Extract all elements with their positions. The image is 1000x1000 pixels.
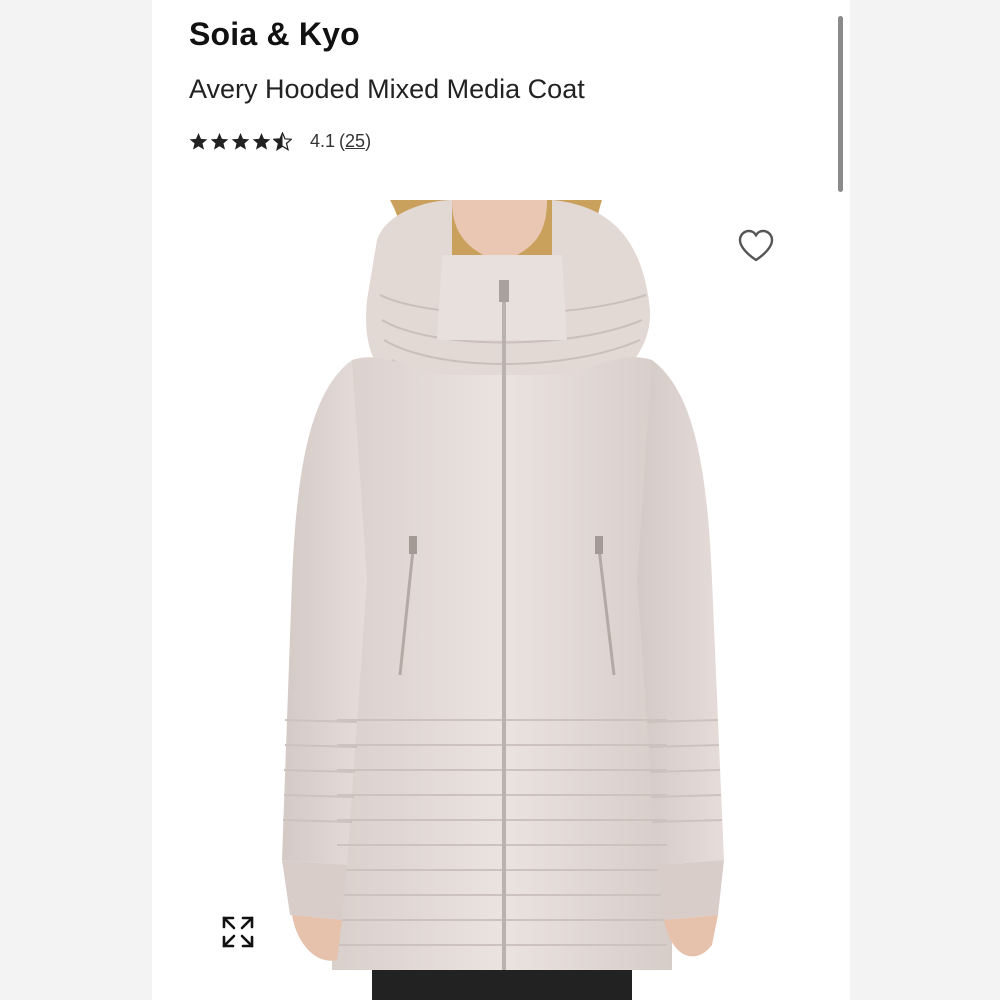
rating-summary[interactable]: 4.1 ( 25 ) [189,127,371,155]
star-icon [189,132,208,150]
expand-image-button[interactable] [216,910,260,954]
product-image[interactable] [152,200,850,1000]
expand-icon [222,916,254,948]
coat-illustration [282,200,724,1000]
star-icon [252,132,271,150]
rating-value: 4.1 [310,130,336,151]
favorite-button[interactable] [734,224,778,268]
close-paren: ) [365,130,372,151]
star-icon [231,132,250,150]
review-count-link[interactable]: 25 [345,131,365,152]
product-page: Soia & Kyo Avery Hooded Mixed Media Coat… [152,0,850,1000]
half-star-icon [273,131,292,151]
star-rating [189,131,294,151]
heart-icon [738,229,774,262]
scrollbar-thumb[interactable] [838,16,843,192]
left-backdrop [0,0,152,1000]
right-backdrop [850,0,1000,1000]
product-title: Avery Hooded Mixed Media Coat [189,74,585,104]
star-icon [210,132,229,150]
brand-name[interactable]: Soia & Kyo [189,16,360,53]
